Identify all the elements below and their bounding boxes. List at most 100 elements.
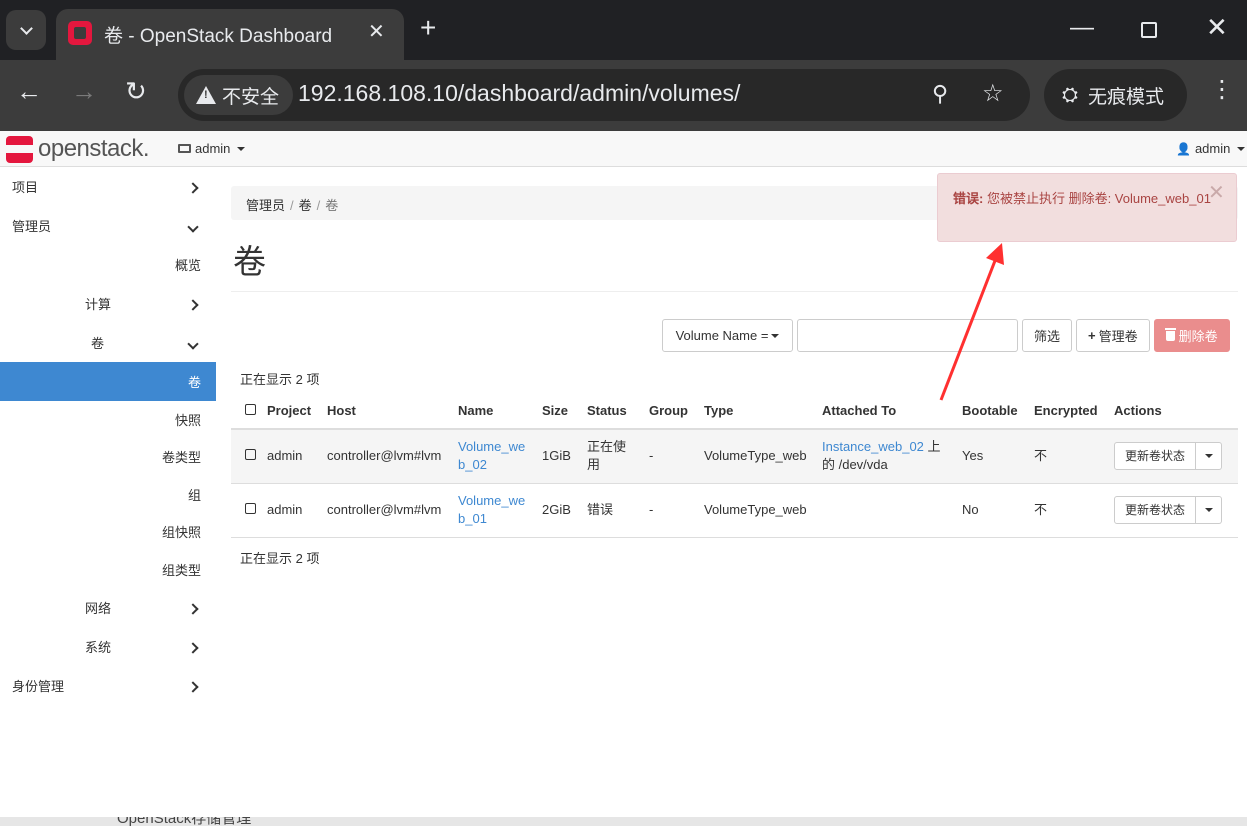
attached-cell: Instance_web_02 上的 /dev/vda — [822, 429, 962, 484]
sidebar-item-identity[interactable]: 身份管理 — [0, 666, 216, 705]
sidebar-item-admin[interactable]: 管理员 — [0, 206, 216, 245]
user-name: admin — [1194, 141, 1231, 156]
close-window-button[interactable]: ✕ — [1206, 12, 1228, 43]
volume-name-part: b_02 — [458, 457, 487, 473]
column-header[interactable]: Group — [649, 393, 704, 430]
maximize-window-button[interactable] — [1141, 22, 1157, 38]
status-cell: 错误 — [587, 483, 649, 538]
volume-name-link[interactable]: Volume_we b_02 — [458, 439, 525, 472]
sidebar-item-label: 系统 — [85, 640, 112, 655]
host-cell: controller@lvm#lvm — [327, 429, 458, 484]
sidebar-item-group-types[interactable]: 组类型 — [0, 550, 216, 588]
sidebar-item-group-snapshots[interactable]: 组快照 — [0, 513, 216, 550]
row-checkbox[interactable] — [245, 449, 256, 461]
encrypted-cell: 不 — [1034, 483, 1114, 538]
caret-down-icon — [1204, 454, 1213, 459]
new-tab-button[interactable]: + — [420, 14, 436, 42]
forward-button[interactable]: → — [71, 78, 97, 104]
type-cell: VolumeType_web — [704, 483, 822, 538]
url-text[interactable]: 192.168.108.10/dashboard/admin/volumes/ — [298, 80, 740, 107]
item-count: 正在显示 2 项 — [240, 372, 320, 387]
sidebar-item-system[interactable]: 系统 — [0, 627, 216, 666]
logo-text: openstack. — [38, 135, 150, 162]
zoom-icon[interactable]: ⚲ — [932, 81, 948, 107]
filter-button[interactable]: 筛选 — [1022, 319, 1073, 352]
column-header[interactable]: Host — [327, 393, 458, 430]
column-header[interactable]: Size — [542, 393, 587, 430]
close-alert-icon[interactable]: ✕ — [1208, 183, 1225, 203]
browser-tab[interactable]: 卷 - OpenStack Dashboard ✕ — [56, 9, 404, 60]
sidebar-item-network[interactable]: 网络 — [0, 588, 216, 627]
address-bar[interactable]: 不安全 192.168.108.10/dashboard/admin/volum… — [178, 69, 1030, 121]
chevron-right-icon — [187, 179, 199, 195]
delete-volumes-button[interactable]: 删除卷 — [1153, 319, 1230, 352]
select-all-checkbox[interactable] — [245, 404, 256, 415]
sidebar-item-volume-types[interactable]: 卷类型 — [0, 438, 216, 475]
project-icon — [178, 144, 191, 153]
project-switcher[interactable]: admin — [178, 141, 246, 156]
sidebar-item-snapshots[interactable]: 快照 — [0, 401, 216, 438]
column-header[interactable]: Attached To — [822, 393, 962, 430]
column-header[interactable]: Type — [704, 393, 822, 430]
column-header[interactable]: Encrypted — [1034, 393, 1114, 430]
row-checkbox[interactable] — [245, 503, 256, 514]
sidebar-item-volumes[interactable]: 卷 — [0, 362, 216, 401]
project-cell: admin — [267, 483, 327, 538]
delete-volumes-label: 删除卷 — [1178, 329, 1218, 344]
volume-name-part: Volume_we — [458, 493, 526, 508]
background-window-strip: OpenStack存储管理 — [0, 817, 1247, 826]
tab-search-button[interactable] — [6, 10, 46, 50]
column-header[interactable]: Name — [458, 393, 542, 430]
bookmark-star-icon[interactable]: ☆ — [982, 79, 1004, 108]
reload-button[interactable]: ↻ — [125, 78, 147, 104]
volume-name-link[interactable]: Volume_we b_01 — [458, 493, 525, 526]
trash-icon — [1164, 327, 1176, 341]
sidebar-item-overview[interactable]: 概览 — [0, 245, 216, 284]
update-volume-status-button[interactable]: 更新卷状态 — [1114, 442, 1197, 471]
sidebar-item-groups[interactable]: 组 — [0, 475, 216, 513]
column-header[interactable]: Status — [587, 393, 649, 430]
sidebar-item-label: 组快照 — [161, 525, 201, 540]
sidebar-item-label: 卷类型 — [161, 450, 201, 465]
sidebar-item-compute[interactable]: 计算 — [0, 284, 216, 323]
sidebar-item-project[interactable]: 项目 — [0, 167, 216, 206]
warning-icon — [196, 86, 216, 104]
close-tab-icon[interactable]: ✕ — [368, 19, 385, 44]
background-window-title: OpenStack存储管理 — [117, 817, 252, 826]
update-volume-status-button[interactable]: 更新卷状态 — [1114, 496, 1197, 524]
caret-down-icon — [1204, 508, 1213, 512]
breadcrumb-separator: / — [290, 198, 294, 213]
status-text: 用 — [587, 457, 601, 473]
filter-field-select[interactable]: Volume Name = — [662, 319, 793, 352]
breadcrumb-item[interactable]: 卷 — [299, 198, 312, 213]
bootable-cell: Yes — [962, 429, 1034, 484]
instance-link[interactable]: Instance_web_02 — [822, 439, 924, 454]
user-menu[interactable]: 👤 admin — [1176, 141, 1246, 156]
host-cell: controller@lvm#lvm — [327, 483, 458, 538]
status-cell: 正在使用 — [587, 429, 649, 484]
sidebar-item-label: 身份管理 — [12, 679, 65, 694]
column-header[interactable]: Bootable — [962, 393, 1034, 430]
incognito-indicator[interactable]: ⛭ 无痕模式 — [1044, 69, 1187, 121]
browser-menu-icon[interactable]: ⋮ — [1210, 78, 1234, 102]
site-security-chip[interactable]: 不安全 — [184, 75, 294, 115]
alert-message: 您被禁止执行 删除卷: Volume_web_01 — [983, 191, 1211, 206]
filter-input[interactable] — [797, 319, 1018, 352]
manage-volume-button[interactable]: + 管理卷 — [1076, 319, 1150, 352]
sidebar-item-label: 网络 — [85, 601, 112, 616]
openstack-logo[interactable]: openstack. — [6, 135, 150, 163]
back-button[interactable]: ← — [16, 78, 42, 104]
row-select-cell — [231, 429, 267, 484]
incognito-icon: ⛭ — [1062, 83, 1078, 106]
minimize-window-button[interactable]: — — [1070, 14, 1094, 42]
row-select-cell — [231, 483, 267, 538]
more-actions-button[interactable] — [1196, 442, 1223, 471]
sidebar-item-volume-group[interactable]: 卷 — [0, 323, 216, 362]
more-actions-button[interactable] — [1196, 496, 1223, 524]
sidebar-item-label: 卷 — [91, 336, 105, 351]
breadcrumb-item[interactable]: 管理员 — [246, 198, 285, 213]
encrypted-cell: 不 — [1034, 429, 1114, 484]
breadcrumb-current: 卷 — [325, 198, 339, 213]
column-header[interactable]: Project — [267, 393, 327, 430]
browser-tabbar: 卷 - OpenStack Dashboard ✕ + — ✕ — [0, 0, 1247, 60]
